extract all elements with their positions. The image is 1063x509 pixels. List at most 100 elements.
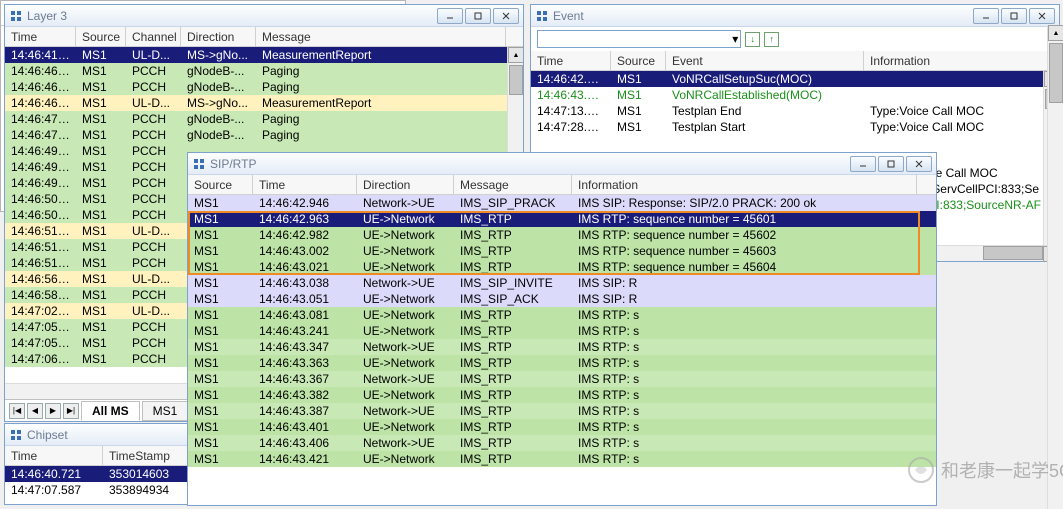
cell: IMS_RTP — [454, 323, 572, 339]
table-row[interactable]: MS114:46:42.982UE->NetworkIMS_RTPIMS RTP… — [188, 227, 936, 243]
table-row[interactable]: MS114:46:43.002UE->NetworkIMS_RTPIMS RTP… — [188, 243, 936, 259]
maximize-button[interactable] — [465, 8, 491, 24]
table-row[interactable]: MS114:46:42.946Network->UEIMS_SIP_PRACKI… — [188, 195, 936, 211]
table-row[interactable]: MS114:46:43.401UE->NetworkIMS_RTPIMS RTP… — [188, 419, 936, 435]
close-button[interactable] — [906, 156, 932, 172]
table-row[interactable]: 14:47:28.958MS1Testplan StartType:Voice … — [531, 119, 1059, 135]
cell: gNodeB-... — [181, 63, 256, 79]
table-row[interactable]: 14:46:42.868MS1VoNRCallSetupSuc(MOC) — [531, 71, 1059, 87]
tab-last-button[interactable]: ▶| — [63, 403, 79, 419]
table-row[interactable]: MS114:46:43.051UE->NetworkIMS_SIP_ACKIMS… — [188, 291, 936, 307]
cell: MS1 — [611, 87, 666, 103]
col-message[interactable]: Message — [454, 175, 572, 194]
col-event[interactable]: Event — [666, 51, 864, 70]
chipset-grid: Time TimeStamp 14:46:40.72135301460314:4… — [5, 446, 197, 504]
col-source[interactable]: Source — [188, 175, 253, 194]
tab-first-button[interactable]: |◀ — [9, 403, 25, 419]
table-row[interactable]: 14:46:40.721353014603 — [5, 466, 197, 482]
chipset-titlebar[interactable]: Chipset — [5, 424, 197, 446]
table-row[interactable]: MS114:46:43.241UE->NetworkIMS_RTPIMS RTP… — [188, 323, 936, 339]
cell: 14:46:42.982 — [253, 227, 357, 243]
col-timestamp[interactable]: TimeStamp — [103, 446, 193, 465]
table-row[interactable]: MS114:46:42.963UE->NetworkIMS_RTPIMS RTP… — [188, 211, 936, 227]
col-information[interactable]: Information — [572, 175, 917, 194]
layer3-header[interactable]: Time Source Channel Direction Message — [5, 27, 523, 47]
siprtp-header[interactable]: Source Time Direction Message Informatio… — [188, 175, 936, 195]
table-row[interactable]: 14:46:41.559MS1UL-D...MS->gNo...Measurem… — [5, 47, 523, 63]
cell: MS1 — [76, 95, 126, 111]
table-row[interactable]: MS114:46:43.038Network->UEIMS_SIP_INVITE… — [188, 275, 936, 291]
table-row[interactable]: MS114:46:43.081UE->NetworkIMS_RTPIMS RTP… — [188, 307, 936, 323]
tab-all-ms[interactable]: All MS — [81, 401, 140, 421]
cell: 353894934 — [103, 482, 193, 498]
col-message[interactable]: Message — [256, 27, 506, 46]
tab-prev-button[interactable]: ◀ — [27, 403, 43, 419]
close-button[interactable] — [493, 8, 519, 24]
cell: IMS_RTP — [454, 419, 572, 435]
event-toolbar: ▾ ↓ ↑ — [531, 27, 1059, 51]
table-row[interactable]: MS114:46:43.387Network->UEIMS_RTPIMS RTP… — [188, 403, 936, 419]
minimize-button[interactable] — [437, 8, 463, 24]
cell: MS1 — [76, 191, 126, 207]
table-row[interactable]: 14:47:13.925MS1Testplan EndType:Voice Ca… — [531, 103, 1059, 119]
col-direction[interactable]: Direction — [181, 27, 256, 46]
cell: 14:46:43.421 — [253, 451, 357, 467]
cell: 353014603 — [103, 466, 193, 482]
cell: IMS RTP: sequence number = 45602 — [572, 227, 917, 243]
table-row[interactable]: MS114:46:43.406Network->UEIMS_RTPIMS RTP… — [188, 435, 936, 451]
maximize-button[interactable] — [1001, 8, 1027, 24]
cell: IMS SIP: Response: SIP/2.0 PRACK: 200 ok — [572, 195, 917, 211]
cell: 14:46:51.889 — [5, 255, 76, 271]
event-header[interactable]: Time Source Event Information — [531, 51, 1059, 71]
cell: 14:47:07.587 — [5, 482, 103, 498]
table-row[interactable]: MS114:46:43.363UE->NetworkIMS_RTPIMS RTP… — [188, 355, 936, 371]
cell: IMS RTP: s — [572, 307, 917, 323]
close-button[interactable] — [1029, 8, 1055, 24]
tab-ms1[interactable]: MS1 — [142, 401, 189, 421]
layer3-titlebar[interactable]: Layer 3 — [5, 5, 523, 27]
table-row[interactable]: MS114:46:43.367Network->UEIMS_RTPIMS RTP… — [188, 371, 936, 387]
table-row[interactable]: 14:47:07.587353894934 — [5, 482, 197, 498]
col-time[interactable]: Time — [5, 27, 76, 46]
vscrollbar[interactable]: ▲ — [1047, 25, 1063, 509]
table-row[interactable]: 14:46:46.129MS1PCCHgNodeB-...Paging — [5, 63, 523, 79]
col-time[interactable]: Time — [253, 175, 357, 194]
cell: gNodeB-... — [181, 79, 256, 95]
table-row[interactable]: MS114:46:43.347Network->UEIMS_RTPIMS RTP… — [188, 339, 936, 355]
table-row[interactable]: 14:46:47.409MS1PCCHgNodeB-...Paging — [5, 127, 523, 143]
col-channel[interactable]: Channel — [126, 27, 181, 46]
col-time[interactable]: Time — [531, 51, 611, 70]
arrow-up-icon[interactable]: ↑ — [764, 32, 779, 47]
cell: UL-D... — [126, 95, 181, 111]
table-row[interactable]: 14:46:46.681MS1UL-D...MS->gNo...Measurem… — [5, 95, 523, 111]
siprtp-titlebar[interactable]: SIP/RTP — [188, 153, 936, 175]
event-titlebar[interactable]: Event — [531, 5, 1059, 27]
cell — [864, 71, 1054, 87]
cell: MS1 — [76, 335, 126, 351]
col-time[interactable]: Time — [5, 446, 103, 465]
col-information[interactable]: Information — [864, 51, 1054, 70]
cell: MS1 — [188, 435, 253, 451]
table-row[interactable]: MS114:46:43.021UE->NetworkIMS_RTPIMS RTP… — [188, 259, 936, 275]
table-row[interactable]: 14:46:43.038MS1VoNRCallEstablished(MOC) — [531, 87, 1059, 103]
col-direction[interactable]: Direction — [357, 175, 454, 194]
chipset-header[interactable]: Time TimeStamp — [5, 446, 197, 466]
event-filter-combo[interactable]: ▾ — [537, 30, 741, 48]
arrow-down-icon[interactable]: ↓ — [745, 32, 760, 47]
col-source[interactable]: Source — [611, 51, 666, 70]
cell: IMS_RTP — [454, 227, 572, 243]
col-source[interactable]: Source — [76, 27, 126, 46]
minimize-button[interactable] — [850, 156, 876, 172]
minimize-button[interactable] — [973, 8, 999, 24]
table-row[interactable]: MS114:46:43.382UE->NetworkIMS_RTPIMS RTP… — [188, 387, 936, 403]
table-row[interactable]: 14:46:47.409MS1PCCHgNodeB-...Paging — [5, 111, 523, 127]
maximize-button[interactable] — [878, 156, 904, 172]
cell: Network->UE — [357, 403, 454, 419]
cell: 14:47:02.046 — [5, 303, 76, 319]
tab-next-button[interactable]: ▶ — [45, 403, 61, 419]
cell — [864, 87, 1054, 103]
cell: 14:46:43.051 — [253, 291, 357, 307]
table-row[interactable]: MS114:46:43.421UE->NetworkIMS_RTPIMS RTP… — [188, 451, 936, 467]
table-row[interactable]: 14:46:46.130MS1PCCHgNodeB-...Paging — [5, 79, 523, 95]
cell: Network->UE — [357, 195, 454, 211]
